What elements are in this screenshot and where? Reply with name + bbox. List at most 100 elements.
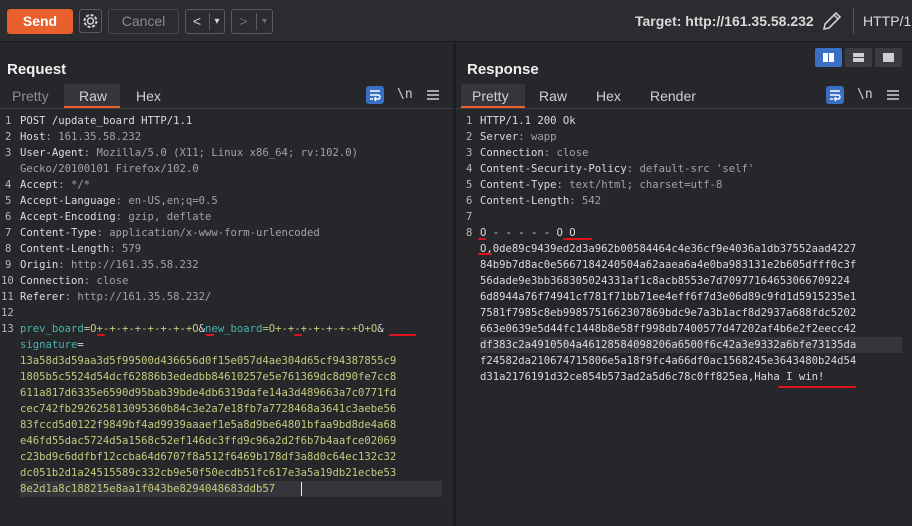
- history-back-dropdown-icon[interactable]: ▾: [210, 10, 224, 33]
- line-number: 5: [466, 179, 473, 191]
- history-forward-button[interactable]: >: [232, 10, 255, 33]
- win-message: ,Haha I win!: [747, 371, 825, 383]
- header-name: Accept-Language: [20, 195, 116, 207]
- line-number: 11: [1, 291, 14, 303]
- history-forward-dropdown-icon[interactable]: ▾: [257, 10, 272, 33]
- header-name: Accept-Encoding: [20, 211, 116, 223]
- header-value: : default-src 'self': [626, 163, 755, 175]
- request-tabs: Pretty Raw Hex: [0, 84, 453, 108]
- divider: [456, 108, 912, 109]
- history-forward-control: > ▾: [231, 9, 273, 34]
- header-name: Content-Security-Policy: [480, 163, 627, 175]
- layout-side-by-side-button[interactable]: [815, 48, 842, 67]
- line-number: 9: [5, 259, 12, 271]
- line-number: 2: [5, 131, 12, 143]
- response-body-line: 6d8944a76f74941cf781f71bb71ee4eff6f7d3e0…: [480, 291, 857, 303]
- header-value: : application/x-www-form-urlencoded: [96, 227, 320, 239]
- header-value: : 161.35.58.232: [45, 131, 142, 143]
- line-number: 6: [466, 195, 473, 207]
- target-label: Target: http://161.35.58.232: [635, 13, 814, 29]
- tab-pretty[interactable]: Pretty: [12, 88, 49, 104]
- param-value: =O+-+-+-+-+-+-+O+O: [262, 323, 378, 335]
- tab-pretty[interactable]: Pretty: [472, 88, 509, 104]
- response-body-line: f24582da210674715806e5a18f9fc4a66df0ac15…: [480, 355, 857, 367]
- header-name: Server: [480, 131, 519, 143]
- header-value: : 579: [109, 243, 142, 255]
- toolbar: Send Cancel < ▾ > ▾ Target: http://161.3…: [0, 0, 912, 42]
- tab-hex[interactable]: Hex: [136, 88, 161, 104]
- request-line: POST /update_board HTTP/1.1: [20, 115, 193, 127]
- signature-value-line: c23bd9c6ddfbf12ccba64d6707f8a512f6469b17…: [20, 451, 397, 463]
- layout-toggle: [815, 48, 903, 68]
- response-body-line: 56dade9e3bb368305024331af1c8acb8553e7d70…: [480, 275, 850, 287]
- line-number: 13: [1, 323, 14, 335]
- annotation-underline: [778, 386, 856, 388]
- response-viewer[interactable]: 1 HTTP/1.1 200 Ok 2 Server: wapp 3 Connecti…: [456, 113, 912, 526]
- header-name: Connection: [20, 275, 84, 287]
- board-state-text: O - - - - - O O: [480, 227, 576, 239]
- header-name: Content-Length: [20, 243, 110, 255]
- header-name: Host: [20, 131, 46, 143]
- header-name: Connection: [480, 147, 544, 159]
- line-number: 3: [5, 147, 12, 159]
- signature-value-line: 8e2d1a8c188215e8aa1f043be8294048683ddb57: [20, 483, 276, 495]
- layout-tabs-button[interactable]: [875, 48, 902, 67]
- cancel-button[interactable]: Cancel: [108, 9, 179, 34]
- annotation-underline: [206, 334, 214, 336]
- header-name: Content-Length: [480, 195, 570, 207]
- text-cursor: [301, 482, 302, 496]
- layout-stacked-button[interactable]: [845, 48, 872, 67]
- tab-hex[interactable]: Hex: [596, 88, 621, 104]
- header-name: Referer: [20, 291, 65, 303]
- request-pane: Request Pretty Raw Hex \n 1 POST /update_…: [0, 43, 453, 526]
- history-back-button[interactable]: <: [186, 10, 208, 33]
- signature-value-line: dc051b2d1a24515589c332cb9e50f50ecdb51fc6…: [20, 467, 397, 479]
- header-value: : */*: [58, 179, 91, 191]
- response-body-line: df383c2a4910504a46128584098206a6500f6c42…: [480, 339, 857, 351]
- line-number: 4: [5, 179, 12, 191]
- newline-toggle-icon[interactable]: \n: [397, 87, 415, 105]
- signature-value-line: cec742fb292625813095360b84c3e2a7e18fb7a7…: [20, 403, 397, 415]
- annotation-underline: [478, 238, 486, 240]
- line-number: 8: [466, 227, 473, 239]
- header-name: Content-Type: [480, 179, 557, 191]
- response-body-line: 7581f7985c8eb9985751662307869bdc9e7a3b1a…: [480, 307, 857, 319]
- header-name: Origin: [20, 259, 59, 271]
- line-number: 1: [5, 115, 12, 127]
- response-body-line: 84b9b7d8ac0e5667184240504a62aaea6a4e0ba9…: [480, 259, 857, 271]
- line-number: 12: [1, 307, 14, 319]
- protocol-label: HTTP/1: [863, 13, 912, 29]
- header-value: : 542: [569, 195, 602, 207]
- header-value: : wapp: [518, 131, 557, 143]
- menu-icon[interactable]: [884, 86, 902, 104]
- wrap-lines-icon[interactable]: [366, 86, 384, 104]
- header-value: : http://161.35.58.232: [58, 259, 199, 271]
- signature-value-line: e46fd55dac5724d5a1568c52ef146dc3ffd9c96a…: [20, 435, 397, 447]
- line-number: 10: [1, 275, 14, 287]
- send-button[interactable]: Send: [7, 9, 73, 34]
- param-name: signature: [20, 339, 78, 351]
- response-title: Response: [467, 61, 539, 78]
- line-number: 8: [5, 243, 12, 255]
- tab-raw[interactable]: Raw: [79, 88, 107, 104]
- line-number: 6: [5, 211, 12, 223]
- header-value-continued: Gecko/20100101 Firefox/102.0: [20, 163, 199, 175]
- annotation-underline: [294, 334, 302, 336]
- response-body-line: d31a2176191d32ce854b573ad2a5d6c78c0ff825…: [480, 371, 748, 383]
- signature-value-line: 611a817d6335e6590d95bab39bde4db6319dafe1…: [20, 387, 397, 399]
- edit-target-pencil-icon[interactable]: [821, 9, 843, 33]
- newline-toggle-icon[interactable]: \n: [857, 87, 875, 105]
- history-back-control: < ▾: [185, 9, 225, 34]
- header-name: Accept: [20, 179, 59, 191]
- header-value: : close: [83, 275, 129, 287]
- header-value: : Mozilla/5.0 (X11; Linux x86_64; rv:102…: [83, 147, 359, 159]
- response-body-line: O,0de89c9439ed2d3a962b00584464c4e36cf9e4…: [480, 243, 857, 255]
- tab-raw[interactable]: Raw: [539, 88, 567, 104]
- param-equals: =: [77, 339, 84, 351]
- wrap-lines-icon[interactable]: [826, 86, 844, 104]
- menu-icon[interactable]: [424, 86, 442, 104]
- header-name: User-Agent: [20, 147, 84, 159]
- gear-icon[interactable]: [79, 9, 102, 33]
- request-editor[interactable]: 1 POST /update_board HTTP/1.1 2 Host: 161.…: [0, 113, 453, 526]
- tab-render[interactable]: Render: [650, 88, 696, 104]
